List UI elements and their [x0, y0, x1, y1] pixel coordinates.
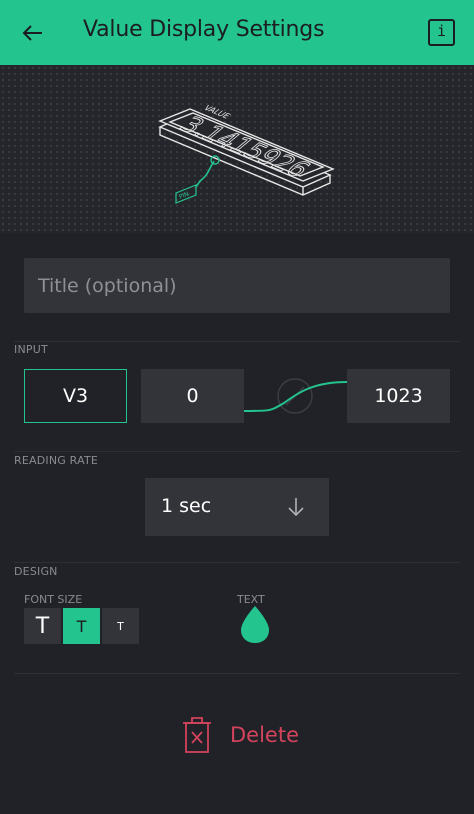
pin-selector[interactable]: V3: [24, 369, 127, 423]
info-button[interactable]: i: [428, 19, 455, 46]
arrow-down-icon: [288, 498, 304, 517]
top-app-bar: Value Display Settings i: [0, 0, 474, 65]
widget-preview-value: 3.1415926: [172, 112, 316, 182]
min-value: 0: [186, 385, 199, 407]
divider: [14, 341, 460, 342]
widget-preview: VALUE 3.1415926 PIN: [0, 65, 474, 233]
page-title: Value Display Settings: [83, 17, 325, 42]
reading-rate-section-label: READING RATE: [14, 454, 99, 467]
info-icon: i: [436, 22, 447, 40]
divider: [14, 451, 460, 452]
reading-rate-dropdown[interactable]: 1 sec: [145, 478, 329, 536]
design-section-label: DESIGN: [14, 565, 58, 578]
title-field[interactable]: [24, 258, 450, 313]
back-arrow-icon: [22, 25, 42, 41]
font-size-label: FONT SIZE: [24, 593, 83, 606]
font-size-medium-glyph: T: [76, 616, 87, 636]
font-size-small-glyph: T: [117, 619, 124, 633]
pin-label: PIN: [178, 191, 190, 201]
max-value: 1023: [374, 385, 423, 407]
mapping-curve-icon: [244, 378, 347, 414]
font-size-small-button[interactable]: T: [102, 608, 139, 644]
reading-rate-value: 1 sec: [161, 495, 212, 517]
divider: [14, 562, 460, 563]
color-drop-icon[interactable]: [237, 604, 273, 644]
value-display-widget-illustration: VALUE 3.1415926 PIN: [158, 104, 335, 204]
max-value-input[interactable]: 1023: [347, 369, 450, 423]
font-size-large-glyph: T: [35, 613, 50, 639]
delete-label: Delete: [230, 723, 299, 747]
input-section-label: INPUT: [14, 343, 48, 356]
font-size-large-button[interactable]: T: [24, 608, 61, 644]
divider: [14, 673, 460, 674]
title-input[interactable]: [24, 258, 450, 313]
pin-value: V3: [62, 385, 89, 407]
back-button[interactable]: [16, 16, 50, 50]
delete-button[interactable]: Delete: [180, 716, 320, 756]
trash-icon: [183, 717, 211, 753]
min-value-input[interactable]: 0: [141, 369, 244, 423]
font-size-medium-button[interactable]: T: [63, 608, 100, 644]
